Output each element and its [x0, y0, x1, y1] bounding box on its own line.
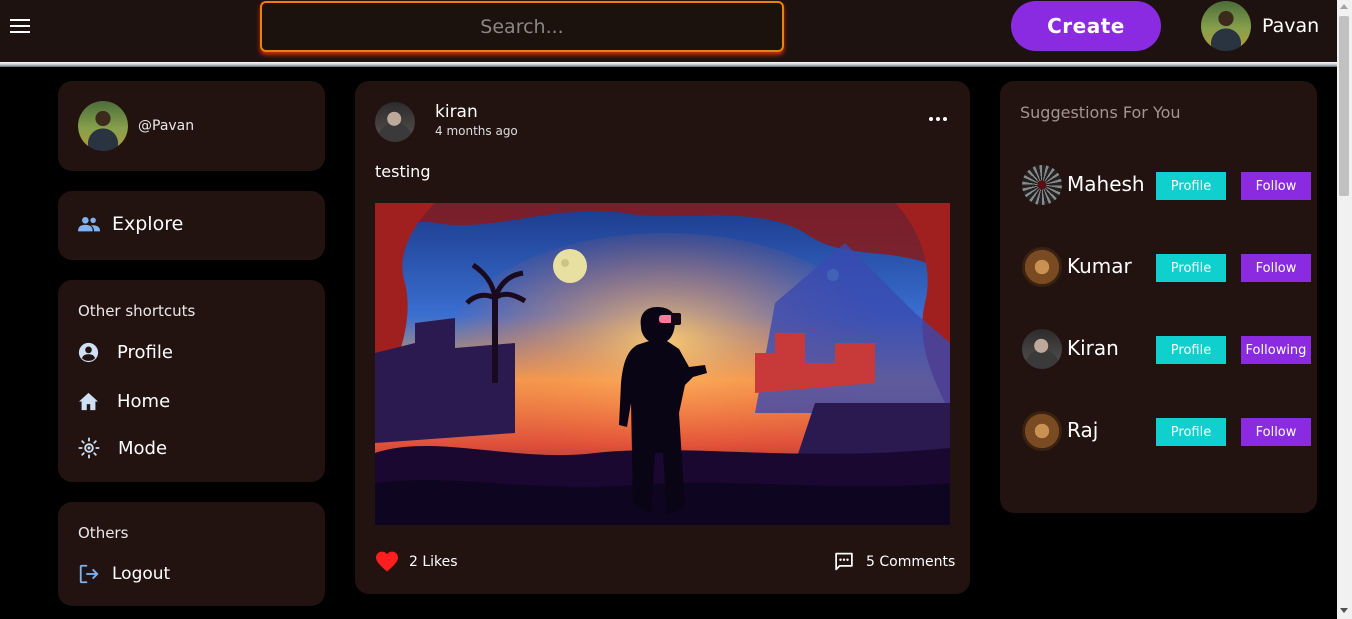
profile-button[interactable]: Profile: [1156, 336, 1226, 364]
heart-icon: [376, 551, 398, 572]
comments-button[interactable]: 5 Comments: [833, 551, 955, 572]
logout-link[interactable]: Logout: [78, 563, 170, 585]
post-card: kiran 4 months ago testing 2 Likes 5 Com…: [355, 81, 970, 594]
avatar[interactable]: [1022, 247, 1062, 287]
logout-label: Logout: [112, 564, 171, 584]
post-text: testing: [375, 162, 431, 181]
user-name: Pavan: [1262, 15, 1320, 37]
explore-link[interactable]: Explore: [78, 213, 183, 235]
suggestion-item: Raj Profile Follow: [1022, 411, 1317, 451]
page-scrollbar[interactable]: [1337, 0, 1352, 619]
create-button[interactable]: Create: [1011, 1, 1161, 51]
shortcuts-title: Other shortcuts: [78, 302, 196, 320]
shortcut-label: Mode: [118, 437, 168, 459]
suggestion-name: Raj: [1067, 418, 1099, 442]
scroll-thumb[interactable]: [1339, 16, 1349, 196]
shortcut-profile[interactable]: Profile: [78, 342, 173, 363]
follow-button[interactable]: Follow: [1241, 172, 1311, 200]
profile-card[interactable]: @Pavan: [58, 81, 325, 171]
explore-card: Explore: [58, 191, 325, 260]
avatar[interactable]: [1022, 329, 1062, 369]
vr-illustration: [375, 203, 950, 525]
comments-count: 5 Comments: [866, 553, 956, 570]
avatar[interactable]: [1022, 165, 1062, 205]
suggestion-name: Kumar: [1067, 254, 1132, 278]
comment-icon: [835, 552, 853, 571]
post-timestamp: 4 months ago: [435, 124, 518, 138]
top-bar: Create Pavan: [0, 0, 1337, 62]
like-button[interactable]: 2 Likes: [375, 551, 458, 572]
follow-button[interactable]: Follow: [1241, 254, 1311, 282]
avatar[interactable]: [1201, 1, 1251, 51]
shortcut-home[interactable]: Home: [78, 391, 170, 412]
profile-button[interactable]: Profile: [1156, 254, 1226, 282]
more-options-icon[interactable]: [929, 117, 947, 123]
logout-icon: [79, 564, 99, 584]
user-handle: @Pavan: [138, 118, 195, 134]
suggestion-name: Kiran: [1067, 336, 1119, 360]
following-button[interactable]: Following: [1241, 336, 1311, 364]
suggestions-card: Suggestions For You Mahesh Profile Follo…: [1000, 81, 1317, 513]
account-circle-icon: [78, 342, 99, 363]
shortcut-label: Home: [117, 391, 171, 412]
search-input[interactable]: [262, 3, 782, 50]
avatar[interactable]: [1022, 411, 1062, 451]
suggestion-item: Kumar Profile Follow: [1022, 247, 1317, 287]
suggestions-title: Suggestions For You: [1020, 103, 1181, 122]
post-image: [375, 203, 950, 525]
others-card: Others Logout: [58, 502, 325, 606]
scroll-up-icon[interactable]: [1340, 4, 1348, 9]
others-title: Others: [78, 524, 129, 542]
likes-count: 2 Likes: [409, 553, 458, 570]
shortcut-label: Profile: [117, 342, 173, 363]
avatar[interactable]: [78, 101, 128, 151]
suggestion-item: Kiran Profile Following: [1022, 329, 1317, 369]
menu-icon[interactable]: [10, 19, 30, 35]
home-icon: [79, 392, 98, 411]
brightness-icon: [78, 437, 100, 459]
people-icon: [78, 217, 100, 232]
explore-label: Explore: [112, 213, 184, 235]
follow-button[interactable]: Follow: [1241, 418, 1311, 446]
suggestion-name: Mahesh: [1067, 172, 1145, 196]
profile-button[interactable]: Profile: [1156, 172, 1226, 200]
header-divider: [0, 62, 1337, 67]
scroll-down-icon[interactable]: [1340, 608, 1348, 613]
post-author[interactable]: kiran: [435, 102, 478, 122]
shortcuts-card: Other shortcuts Profile Home Mode: [58, 280, 325, 482]
shortcut-mode[interactable]: Mode: [78, 437, 167, 459]
profile-button[interactable]: Profile: [1156, 418, 1226, 446]
avatar[interactable]: [375, 102, 415, 142]
search-box[interactable]: [260, 1, 784, 52]
suggestion-item: Mahesh Profile Follow: [1022, 165, 1317, 205]
user-menu[interactable]: Pavan: [1201, 1, 1319, 51]
